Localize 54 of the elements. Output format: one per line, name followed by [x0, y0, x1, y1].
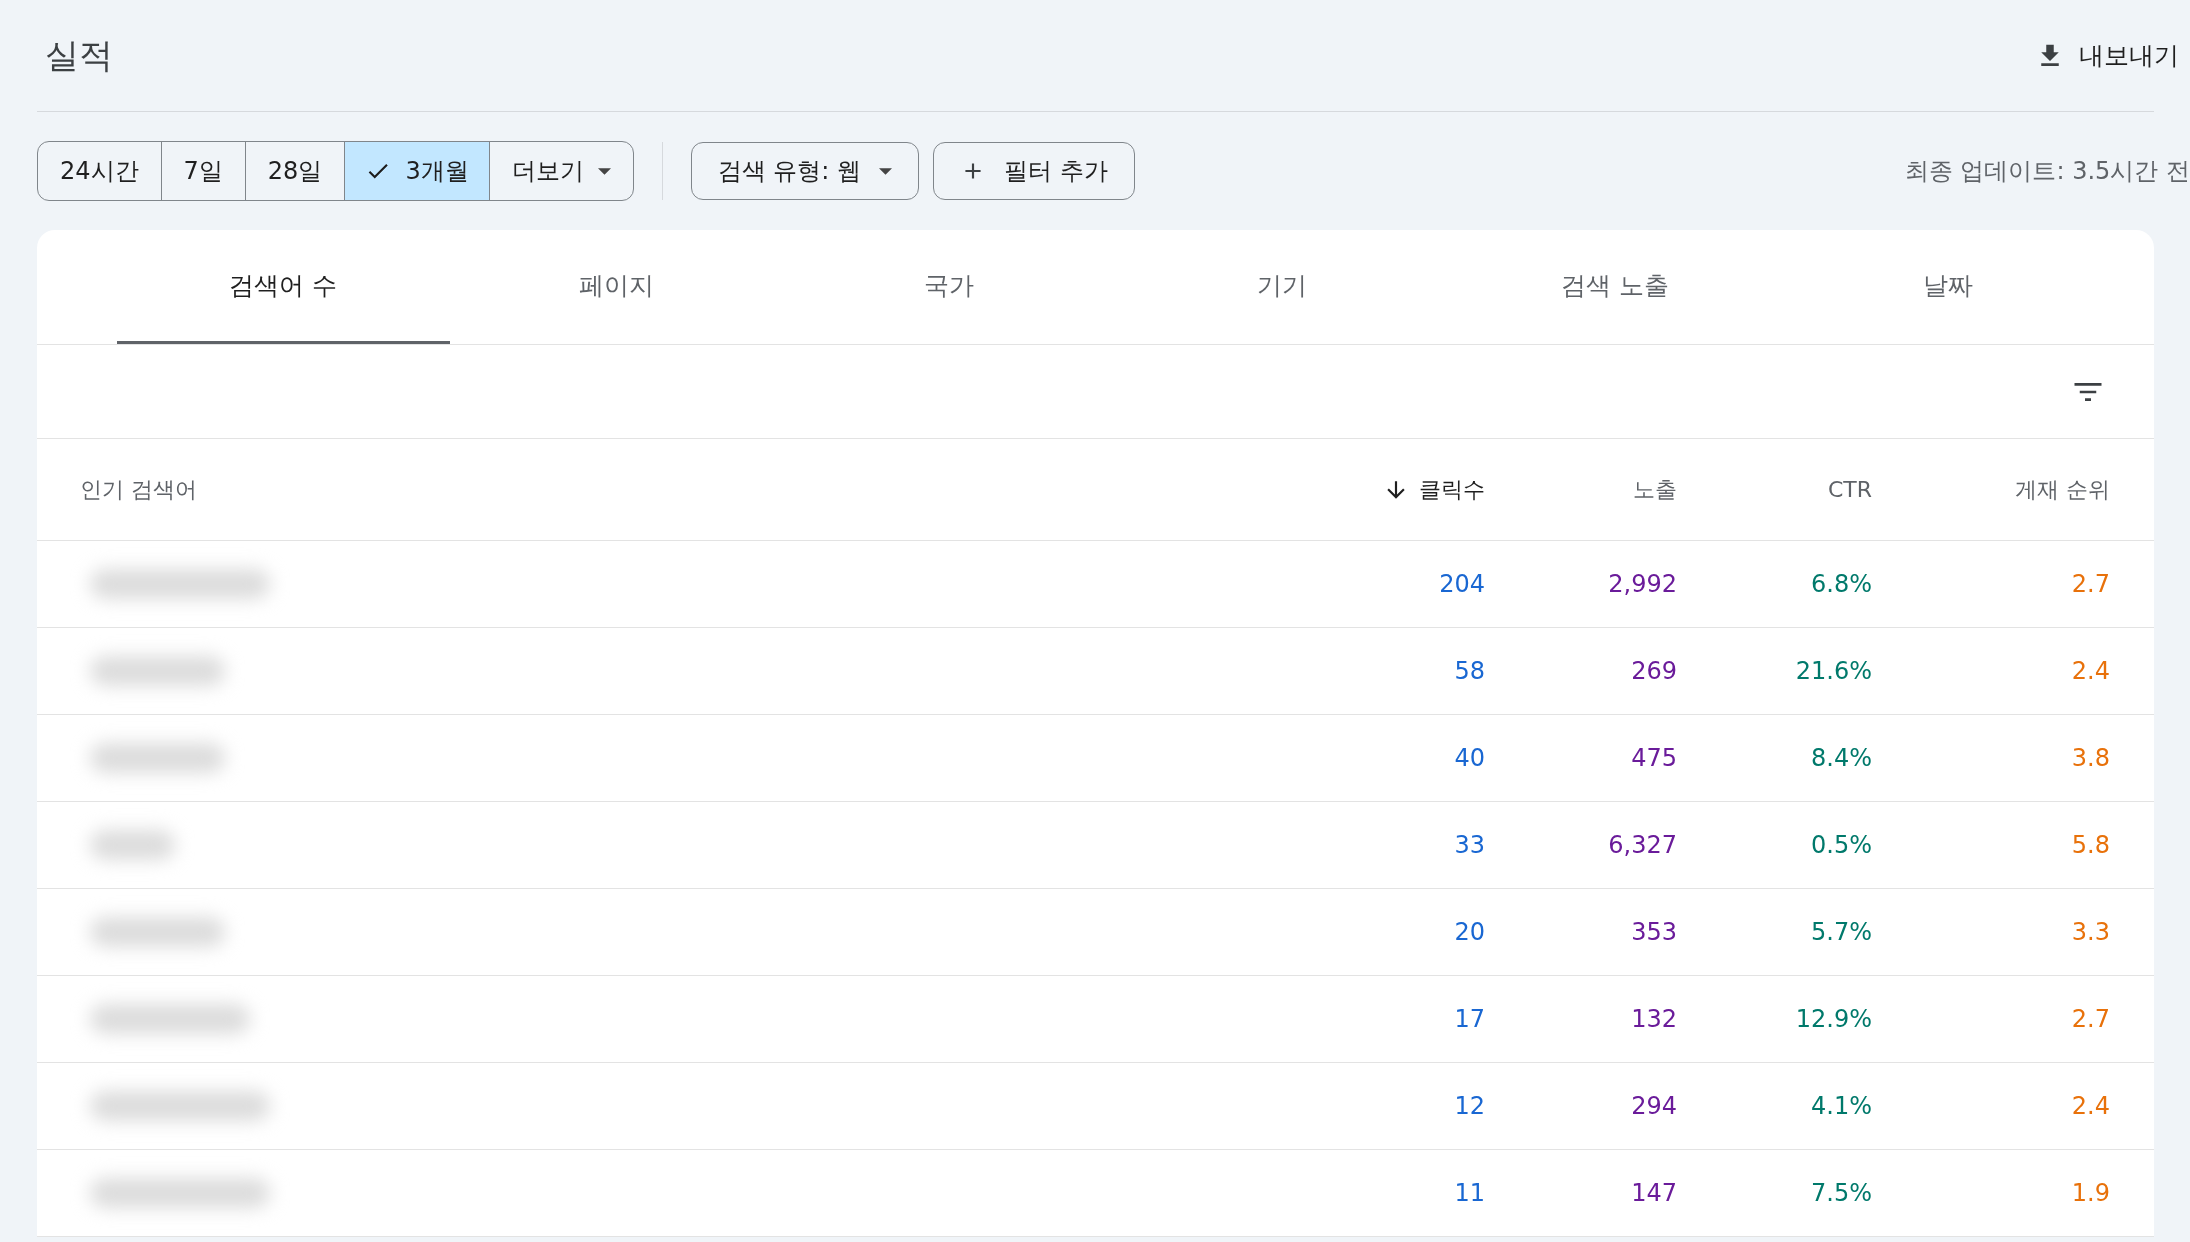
table-cell-text: 1.9 — [2070, 1179, 2110, 1207]
column-header[interactable]: 게재 순위 — [1872, 474, 2110, 505]
table-cell-text: 12 — [1453, 1092, 1485, 1120]
column-header[interactable]: 인기 검색어 — [37, 474, 1305, 505]
table-cell-text: 58 — [1453, 657, 1485, 685]
tab[interactable]: 검색 노출 — [1448, 230, 1782, 344]
date-range-button[interactable]: 3개월 — [344, 142, 489, 200]
table-cell-text: 17 — [1453, 1005, 1485, 1033]
add-filter-button[interactable]: 필터 추가 — [933, 142, 1135, 200]
table-cell-text: 33 — [1453, 831, 1485, 859]
table-cell-text: 2.4 — [2070, 657, 2110, 685]
table-cell-text: 6.8% — [1810, 570, 1872, 598]
table-cell-text: 204 — [1438, 570, 1485, 598]
table-cell-text: 2,992 — [1607, 570, 1677, 598]
table-cell-text: 2.7 — [2070, 1005, 2110, 1033]
dropdown-icon — [879, 167, 892, 175]
tab[interactable]: 검색어 수 — [117, 230, 450, 344]
tab[interactable]: 기기 — [1115, 230, 1449, 344]
table-cell-text: 8.4% — [1810, 744, 1872, 772]
date-range-button[interactable]: 7일 — [160, 142, 245, 200]
table-cell-text: 2.4 — [2070, 1092, 2110, 1120]
table-cell-text: 11 — [1453, 1179, 1485, 1207]
table-cell-text: 269 — [1630, 657, 1677, 685]
last-updated-text: 최종 업데이트: 3.5시간 전 — [1904, 156, 2190, 187]
table-cell-text: 475 — [1630, 744, 1677, 772]
table-cell-text: 21.6% — [1794, 657, 1872, 685]
table-cell-text: 353 — [1630, 918, 1677, 946]
page-title: 실적 — [45, 33, 113, 77]
column-header[interactable]: 클릭수 — [1305, 474, 1485, 505]
table-cell-text: 2.7 — [2070, 570, 2110, 598]
table-cell-text: 5.8 — [2070, 831, 2110, 859]
column-header[interactable]: CTR — [1677, 477, 1872, 502]
table-cell-text: 147 — [1630, 1179, 1677, 1207]
tab[interactable]: 날짜 — [1781, 230, 2114, 344]
export-button[interactable]: 내보내기 — [2035, 39, 2179, 72]
table-cell-text: 6,327 — [1607, 831, 1677, 859]
table-cell-text: 7.5% — [1810, 1179, 1872, 1207]
table-cell-text: 3.3 — [2070, 918, 2110, 946]
date-range-button[interactable]: 24시간 — [38, 142, 161, 200]
table-cell-text: 294 — [1630, 1092, 1677, 1120]
table-cell-text: 40 — [1453, 744, 1485, 772]
tab[interactable]: 국가 — [782, 230, 1116, 344]
more-button[interactable]: 더보기 — [488, 142, 633, 200]
table-cell-text: 4.1% — [1810, 1092, 1872, 1120]
column-header[interactable]: 노출 — [1485, 474, 1677, 505]
dropdown-icon — [597, 167, 611, 175]
table-cell-text: 3.8 — [2070, 744, 2110, 772]
tab[interactable]: 페이지 — [449, 230, 783, 344]
search-type-button[interactable]: 검색 유형: 웹 — [690, 142, 919, 200]
table-cell-text: 12.9% — [1794, 1005, 1872, 1033]
table-cell-text: 132 — [1630, 1005, 1677, 1033]
table-cell-text: 20 — [1453, 918, 1485, 946]
table-cell-text: 5.7% — [1810, 918, 1872, 946]
table-cell-text: 0.5% — [1810, 831, 1872, 859]
